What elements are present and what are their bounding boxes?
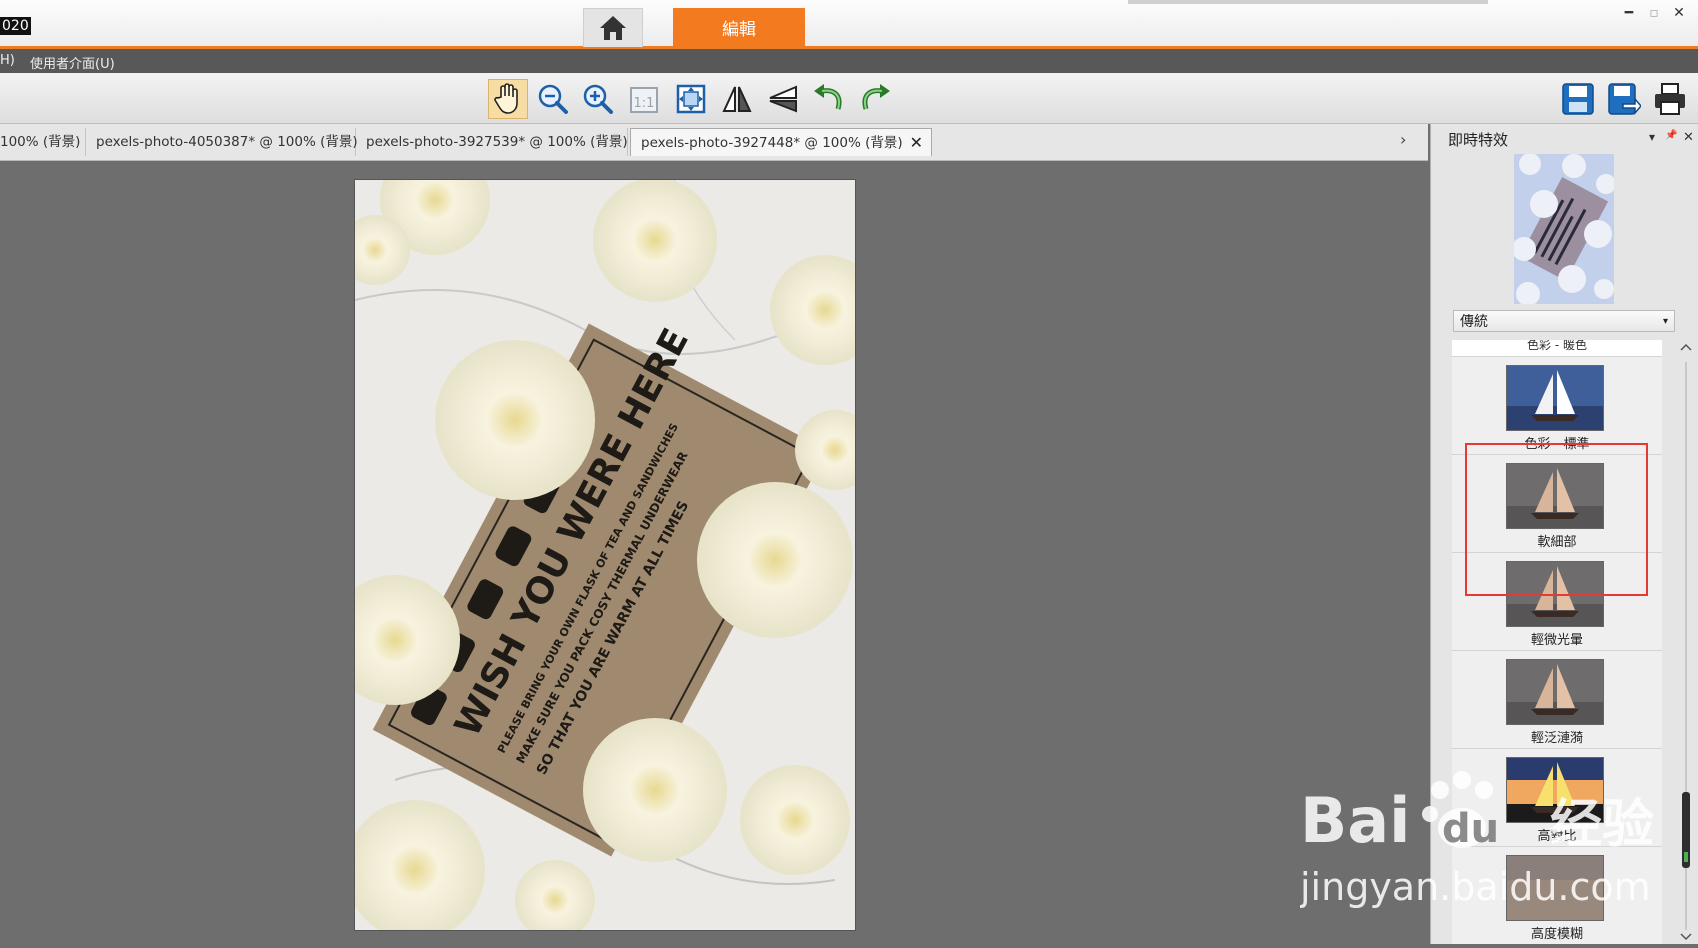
zoom-in-button[interactable] [578, 79, 618, 119]
rotate-right-icon [862, 84, 890, 110]
doc-tab-label: pexels-photo-4050387* @ 100% (背景) [96, 134, 358, 150]
chevron-down-icon: ▾ [1662, 316, 1668, 327]
effect-label: 輕泛漣漪 [1530, 731, 1583, 746]
app-title-fragment: 020 [0, 17, 31, 35]
hand-tool-button[interactable] [488, 79, 528, 119]
menu-help[interactable]: H) [0, 53, 15, 68]
effect-label: 輕微光暈 [1530, 633, 1583, 648]
effect-label: 高對比 [1537, 829, 1577, 844]
panel-title: 即時特效 [1448, 131, 1509, 149]
actual-size-button[interactable]: 1:1 [624, 79, 664, 119]
doc-tab-active[interactable]: pexels-photo-3927448* @ 100% (背景) ✕ [630, 128, 932, 156]
save-button[interactable] [1558, 79, 1598, 119]
highlight-box [1465, 443, 1648, 596]
effect-thumbnail [1506, 365, 1604, 431]
doc-tab-2[interactable]: pexels-photo-4050387* @ 100% (背景) [86, 128, 358, 156]
flip-horizontal-icon [722, 86, 752, 112]
effect-label-partial: 色彩 - 暖色 [1452, 340, 1662, 357]
canvas-photo[interactable]: WISH YOU WERE HERE PLEASE BRING YOUR OWN… [354, 179, 856, 931]
effect-item[interactable]: 輕泛漣漪 [1452, 651, 1662, 749]
menu-bar: H) 使用者介面(U) [0, 49, 1698, 73]
flip-vertical-icon [769, 85, 797, 113]
close-tab-icon[interactable]: ✕ [910, 129, 923, 157]
zoom-out-icon [538, 84, 568, 114]
effect-thumbnail [1506, 659, 1604, 725]
pin-icon[interactable]: 📌 [1665, 130, 1677, 141]
effect-preview-thumbnail [1514, 154, 1614, 304]
effect-style-value: 傳統 [1460, 314, 1488, 330]
rotate-left-icon [814, 84, 842, 110]
zoom-out-button[interactable] [533, 79, 573, 119]
doc-tab-label: pexels-photo-3927448* @ 100% (背景) [641, 135, 903, 151]
document-tab-bar: 100% (背景) pexels-photo-4050387* @ 100% (… [0, 124, 1428, 161]
close-window-button[interactable]: ✕ [1668, 4, 1690, 22]
home-tab[interactable] [583, 8, 643, 47]
effect-item[interactable]: 色彩 - 標準 [1452, 357, 1662, 455]
title-bar [0, 0, 1698, 49]
tabs-scroll-right-icon[interactable]: › [1400, 130, 1406, 149]
actual-size-text: 1:1 [634, 96, 655, 111]
effects-list: 色彩 - 暖色 色彩 - 標準 軟細部 輕微光暈 輕泛漣漪 高對比 高度模糊 [1452, 340, 1662, 944]
hand-icon [494, 83, 518, 114]
rotate-right-button[interactable] [855, 79, 895, 119]
effect-label: 高度模糊 [1530, 927, 1583, 942]
print-icon [1655, 83, 1685, 115]
watermark-brand: Bai [1300, 784, 1410, 857]
doc-tab-1[interactable]: 100% (背景) [0, 128, 86, 156]
restore-button[interactable]: ▫ [1643, 4, 1665, 22]
fit-window-icon [676, 84, 706, 114]
panel-menu-icon[interactable]: ▾ [1649, 130, 1655, 144]
minimize-button[interactable]: ━ [1618, 4, 1640, 22]
actual-size-icon: 1:1 [630, 87, 658, 113]
print-button[interactable] [1650, 79, 1690, 119]
effect-thumbnail [1506, 855, 1604, 921]
effect-item[interactable]: 高對比 [1452, 749, 1662, 847]
photo-art: WISH YOU WERE HERE PLEASE BRING YOUR OWN… [355, 180, 855, 930]
save-as-button[interactable] [1604, 79, 1644, 119]
panel-close-icon[interactable]: ✕ [1683, 130, 1694, 145]
zoom-in-icon [583, 84, 613, 114]
home-icon [600, 16, 626, 40]
rotate-left-button[interactable] [809, 79, 849, 119]
doc-tab-label: pexels-photo-3927539* @ 100% (背景) [366, 134, 628, 150]
effect-style-select[interactable]: 傳統 ▾ [1453, 310, 1675, 332]
save-icon [1562, 83, 1594, 115]
save-as-icon [1608, 83, 1641, 116]
effects-scrollbar[interactable] [1679, 340, 1693, 944]
menu-user-interface[interactable]: 使用者介面(U) [30, 53, 115, 72]
effect-thumbnail [1506, 757, 1604, 823]
flip-horizontal-button[interactable] [717, 79, 757, 119]
flip-vertical-button[interactable] [763, 79, 803, 119]
doc-tab-3[interactable]: pexels-photo-3927539* @ 100% (背景) [356, 128, 628, 156]
doc-tab-label: 100% (背景) [0, 134, 81, 150]
tab-edit[interactable]: 編輯 [673, 8, 805, 46]
toolbar: 1:1 [0, 73, 1698, 124]
title-bar-shade [1128, 0, 1488, 4]
effect-item[interactable]: 高度模糊 [1452, 847, 1662, 944]
fit-window-button[interactable] [671, 79, 711, 119]
